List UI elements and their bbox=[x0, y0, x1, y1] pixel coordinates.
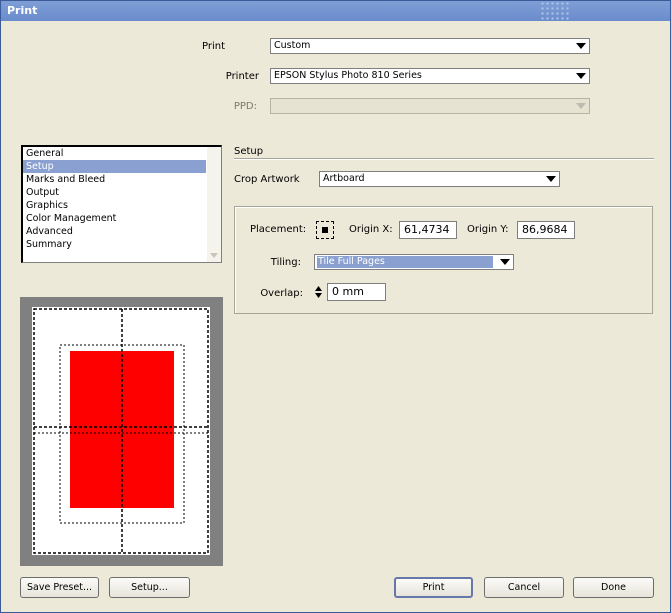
section-divider bbox=[234, 158, 654, 160]
category-list[interactable]: General Setup Marks and Bleed Output Gra… bbox=[21, 145, 222, 263]
setup-button[interactable]: Setup... bbox=[109, 577, 190, 598]
chevron-down-icon bbox=[573, 69, 589, 83]
print-preset-label: Print bbox=[201, 41, 225, 52]
placement-anchor-icon[interactable] bbox=[316, 221, 334, 239]
printer-dropdown[interactable]: EPSON Stylus Photo 810 Series bbox=[270, 68, 590, 84]
done-button[interactable]: Done bbox=[573, 577, 654, 598]
origin-y-label: Origin Y: bbox=[467, 224, 509, 235]
chevron-down-icon bbox=[497, 255, 513, 269]
sidebar-item-summary[interactable]: Summary bbox=[23, 238, 206, 251]
sidebar-item-graphics[interactable]: Graphics bbox=[23, 199, 206, 212]
cancel-button[interactable]: Cancel bbox=[484, 577, 564, 598]
print-preview[interactable] bbox=[20, 297, 223, 566]
chevron-down-icon bbox=[543, 172, 559, 186]
sidebar-item-output[interactable]: Output bbox=[23, 186, 206, 199]
chevron-down-icon bbox=[573, 99, 589, 113]
printer-value: EPSON Stylus Photo 810 Series bbox=[274, 70, 422, 81]
title-decoration bbox=[540, 1, 570, 21]
ppd-dropdown bbox=[270, 98, 590, 114]
crop-artwork-dropdown[interactable]: Artboard bbox=[319, 171, 560, 187]
print-button[interactable]: Print bbox=[394, 577, 473, 598]
origin-x-label: Origin X: bbox=[349, 224, 393, 235]
scroll-down-arrow-icon[interactable] bbox=[210, 253, 218, 258]
save-preset-button[interactable]: Save Preset... bbox=[20, 577, 99, 598]
tiling-value: Tile Full Pages bbox=[318, 256, 385, 267]
overlap-stepper-icon[interactable] bbox=[314, 284, 323, 300]
placement-label: Placement: bbox=[250, 224, 307, 235]
window-title: Print bbox=[7, 4, 38, 17]
sidebar-item-marks-and-bleed[interactable]: Marks and Bleed bbox=[23, 173, 206, 186]
print-preset-dropdown[interactable]: Custom bbox=[270, 38, 590, 54]
origin-x-input[interactable]: 61,4734 bbox=[399, 221, 457, 239]
list-scrollbar[interactable] bbox=[207, 147, 221, 262]
tiling-dropdown[interactable]: Tile Full Pages bbox=[314, 254, 514, 270]
title-bar[interactable]: Print bbox=[1, 1, 670, 21]
section-title: Setup bbox=[234, 146, 264, 157]
chevron-down-icon bbox=[573, 39, 589, 53]
sidebar-item-color-management[interactable]: Color Management bbox=[23, 212, 206, 225]
preview-canvas bbox=[32, 307, 210, 555]
printer-label: Printer bbox=[225, 71, 259, 82]
print-preset-value: Custom bbox=[274, 40, 311, 51]
sidebar-item-advanced[interactable]: Advanced bbox=[23, 225, 206, 238]
crop-artwork-value: Artboard bbox=[323, 173, 365, 184]
print-dialog: Print Print Custom Printer EPSON Stylus … bbox=[0, 0, 671, 613]
overlap-input[interactable]: 0 mm bbox=[327, 283, 386, 301]
overlap-label: Overlap: bbox=[260, 288, 303, 299]
sidebar-item-setup[interactable]: Setup bbox=[23, 160, 206, 173]
ppd-label: PPD: bbox=[233, 101, 257, 112]
origin-y-input[interactable]: 86,9684 bbox=[517, 221, 575, 239]
tiling-label: Tiling: bbox=[270, 257, 301, 268]
sidebar-item-general[interactable]: General bbox=[23, 147, 206, 160]
crop-artwork-label: Crop Artwork bbox=[234, 174, 300, 185]
